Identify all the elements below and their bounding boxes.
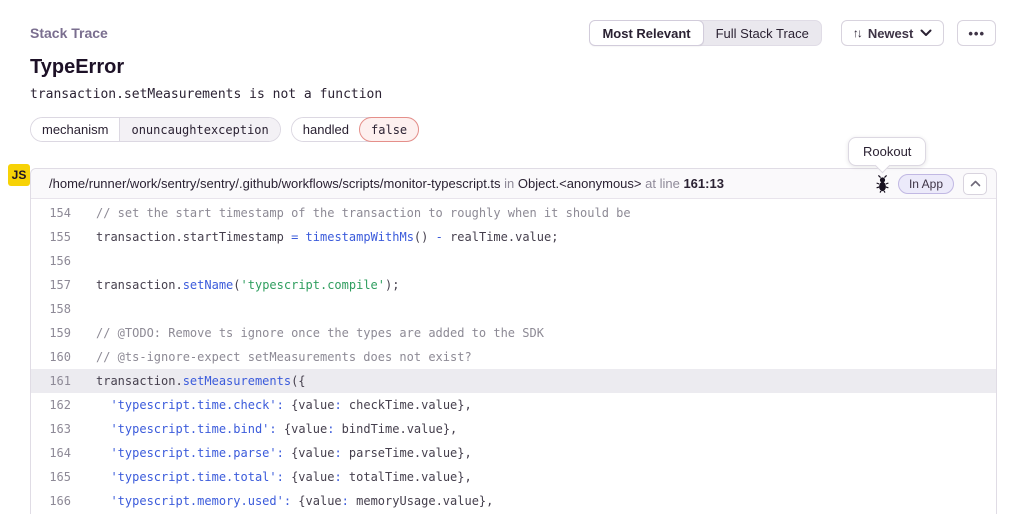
- line-number: 155: [31, 225, 71, 249]
- tag-key: mechanism: [31, 118, 119, 141]
- tag-list: mechanism onuncaughtexception handled fa…: [30, 117, 419, 142]
- line-number: 156: [31, 249, 71, 273]
- ellipsis-icon: •••: [968, 26, 985, 41]
- section-title: Stack Trace: [30, 25, 108, 41]
- in-app-badge: In App: [898, 174, 954, 194]
- code-content: transaction.startTimestamp = timestampWi…: [96, 225, 558, 249]
- code-line-163: 163 'typescript.time.bind': {value: bind…: [31, 417, 996, 441]
- code-content: transaction.setName('typescript.compile'…: [96, 273, 399, 297]
- tag-value-error: false: [359, 117, 419, 142]
- code-line-160: 160 // @ts-ignore-expect setMeasurements …: [31, 345, 996, 369]
- code-content: 'typescript.time.parse': {value: parseTi…: [96, 441, 472, 465]
- tag-value: onuncaughtexception: [119, 118, 279, 141]
- code-content: transaction.setMeasurements({: [96, 369, 306, 393]
- code-line-158: 158: [31, 297, 996, 321]
- line-number: 159: [31, 321, 71, 345]
- frame-actions: In App: [876, 173, 987, 195]
- line-number: 165: [31, 465, 71, 489]
- line-number: 157: [31, 273, 71, 297]
- line-number: 162: [31, 393, 71, 417]
- error-message: transaction.setMeasurements is not a fun…: [30, 87, 382, 102]
- rookout-tooltip: Rookout: [848, 137, 926, 166]
- frame-function: Object.<anonymous>: [518, 176, 642, 191]
- code-line-159: 159 // @TODO: Remove ts ignore once the t…: [31, 321, 996, 345]
- code-content: // set the start timestamp of the transa…: [96, 201, 631, 225]
- code-lines[interactable]: 154 // set the start timestamp of the tra…: [31, 199, 996, 513]
- toggle-full-stack-trace[interactable]: Full Stack Trace: [704, 20, 821, 46]
- code-line-166: 166 'typescript.memory.used': {value: me…: [31, 489, 996, 513]
- code-line-162: 162 'typescript.time.check': {value: che…: [31, 393, 996, 417]
- code-content: // @TODO: Remove ts ignore once the type…: [96, 321, 544, 345]
- chevron-up-icon: [970, 180, 981, 187]
- rookout-debugger-icon[interactable]: [876, 175, 889, 193]
- frame-line-col: 161:13: [683, 176, 723, 191]
- tag-mechanism[interactable]: mechanism onuncaughtexception: [30, 117, 281, 142]
- line-number: 158: [31, 297, 71, 321]
- frame-header[interactable]: /home/runner/work/sentry/sentry/.github/…: [31, 169, 996, 199]
- tag-key: handled: [292, 118, 360, 141]
- frame-in-label: in: [504, 176, 514, 191]
- line-number: 164: [31, 441, 71, 465]
- error-type-title: TypeError: [30, 56, 124, 79]
- toolbar: Most Relevant Full Stack Trace ↑↓ Newest…: [589, 20, 996, 46]
- sort-button-label: Newest: [868, 26, 914, 41]
- line-number: 166: [31, 489, 71, 513]
- code-line-157: 157 transaction.setName('typescript.compi…: [31, 273, 996, 297]
- code-line-165: 165 'typescript.time.total': {value: tot…: [31, 465, 996, 489]
- frame-path: /home/runner/work/sentry/sentry/.github/…: [49, 176, 501, 191]
- line-number: 161: [31, 369, 71, 393]
- sort-newest-button[interactable]: ↑↓ Newest: [841, 20, 945, 46]
- code-content: // @ts-ignore-expect setMeasurements doe…: [96, 345, 472, 369]
- code-line-154: 154 // set the start timestamp of the tra…: [31, 201, 996, 225]
- code-content: 'typescript.time.check': {value: checkTi…: [96, 393, 472, 417]
- code-line-155: 155 transaction.startTimestamp = timestam…: [31, 225, 996, 249]
- more-options-button[interactable]: •••: [957, 20, 996, 46]
- code-line-156: 156: [31, 249, 996, 273]
- frame-at-label: at line: [645, 176, 680, 191]
- trace-view-toggle: Most Relevant Full Stack Trace: [589, 20, 821, 46]
- collapse-frame-button[interactable]: [963, 173, 987, 195]
- tag-handled[interactable]: handled false: [291, 117, 419, 142]
- line-number: 163: [31, 417, 71, 441]
- sort-arrows-icon: ↑↓: [853, 26, 861, 40]
- stack-trace-page: Stack Trace Most Relevant Full Stack Tra…: [0, 0, 1026, 514]
- toggle-most-relevant[interactable]: Most Relevant: [589, 20, 703, 46]
- code-content: 'typescript.time.bind': {value: bindTime…: [96, 417, 457, 441]
- code-line-164: 164 'typescript.time.parse': {value: par…: [31, 441, 996, 465]
- line-number: 154: [31, 201, 71, 225]
- javascript-platform-icon: JS: [8, 164, 30, 186]
- line-number: 160: [31, 345, 71, 369]
- frame-title: /home/runner/work/sentry/sentry/.github/…: [49, 176, 876, 191]
- chevron-down-icon: [920, 29, 932, 37]
- code-line-161: 161 transaction.setMeasurements({: [31, 369, 996, 393]
- code-content: 'typescript.time.total': {value: totalTi…: [96, 465, 472, 489]
- code-content: 'typescript.memory.used': {value: memory…: [96, 489, 493, 513]
- stack-frame-panel: /home/runner/work/sentry/sentry/.github/…: [30, 168, 997, 514]
